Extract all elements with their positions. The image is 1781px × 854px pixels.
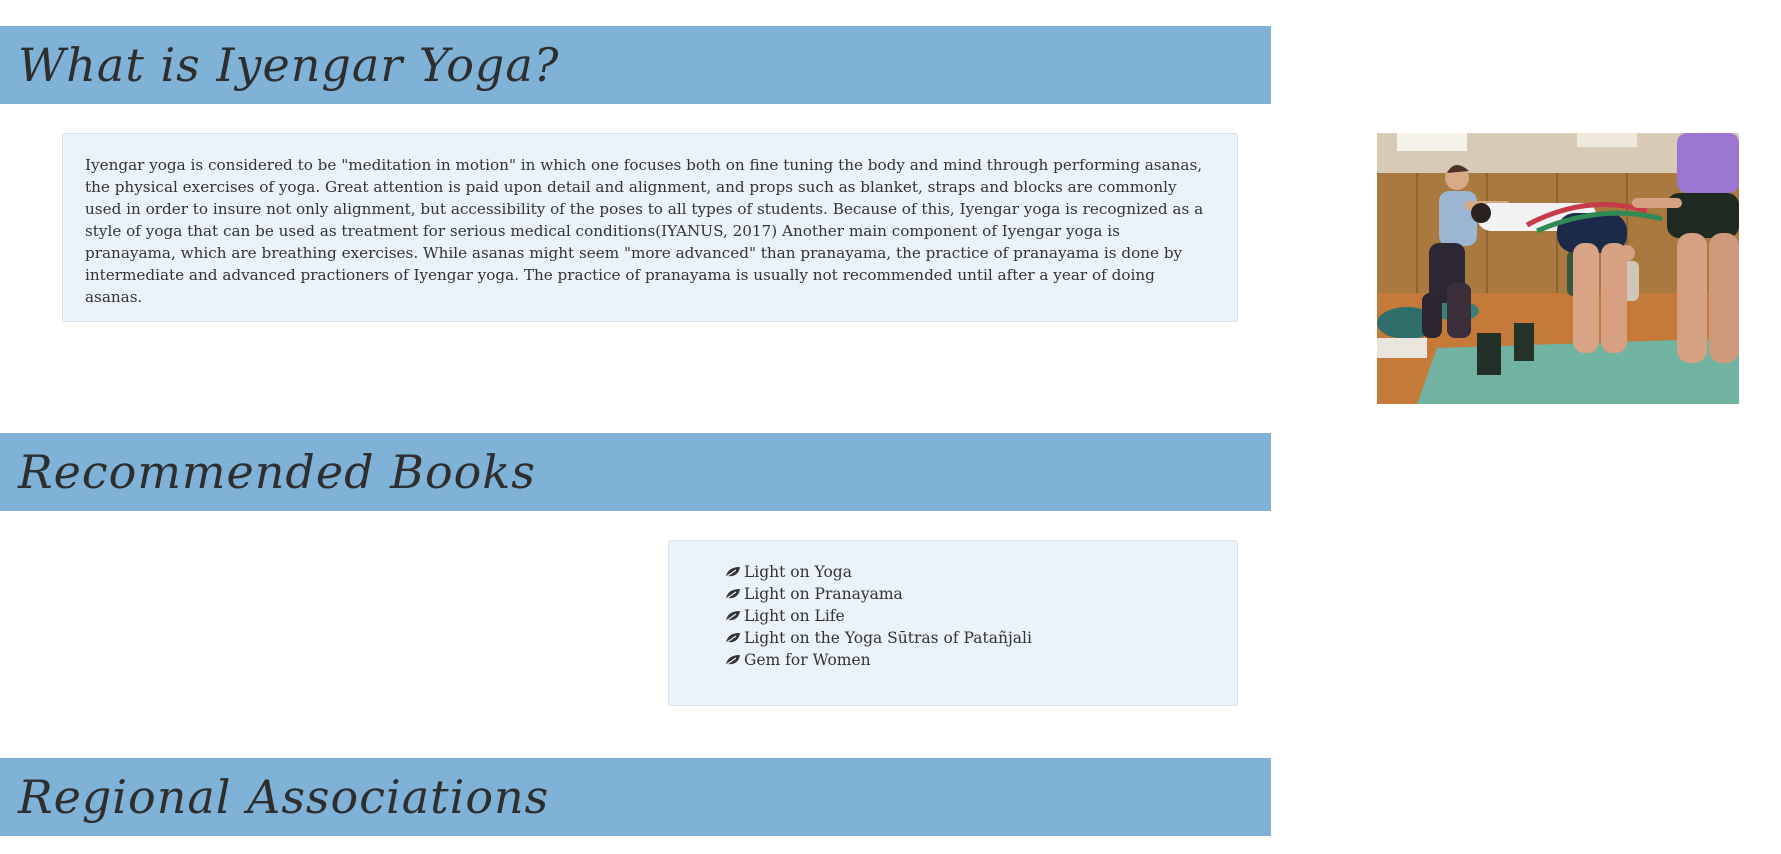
book-list-item: Light on Yoga [725,561,1237,583]
page: What is Iyengar Yoga? Iyengar yoga is co… [0,0,1781,854]
section-title-what-is-iyengar-yoga: What is Iyengar Yoga? [18,38,560,92]
leaf-icon [725,611,740,622]
about-iyengar-yoga-panel: Iyengar yoga is considered to be "medita… [62,133,1238,322]
leaf-icon [725,633,740,644]
book-list-item: Light on Life [725,605,1237,627]
section-banner-recommended-books: Recommended Books [0,433,1271,511]
book-list-item: Gem for Women [725,649,1237,671]
section-title-regional-associations: Regional Associations [18,770,550,824]
leaf-icon [725,589,740,600]
recommended-books-list: Light on Yoga Light on Pranayama Light o… [725,561,1237,671]
book-title: Light on Life [744,607,845,625]
section-title-recommended-books: Recommended Books [18,445,536,499]
section-banner-what-is-iyengar-yoga: What is Iyengar Yoga? [0,26,1271,104]
recommended-books-panel: Light on Yoga Light on Pranayama Light o… [668,540,1238,706]
section-banner-regional-associations: Regional Associations [0,758,1271,836]
book-list-item: Light on Pranayama [725,583,1237,605]
book-list-item: Light on the Yoga Sūtras of Patañjali [725,627,1237,649]
book-title: Light on Pranayama [744,585,903,603]
leaf-icon [725,655,740,666]
book-title: Light on the Yoga Sūtras of Patañjali [744,629,1032,647]
yoga-class-photo [1377,133,1739,404]
book-title: Light on Yoga [744,563,852,581]
book-title: Gem for Women [744,651,871,669]
about-iyengar-yoga-text: Iyengar yoga is considered to be "medita… [85,156,1204,306]
leaf-icon [725,567,740,578]
